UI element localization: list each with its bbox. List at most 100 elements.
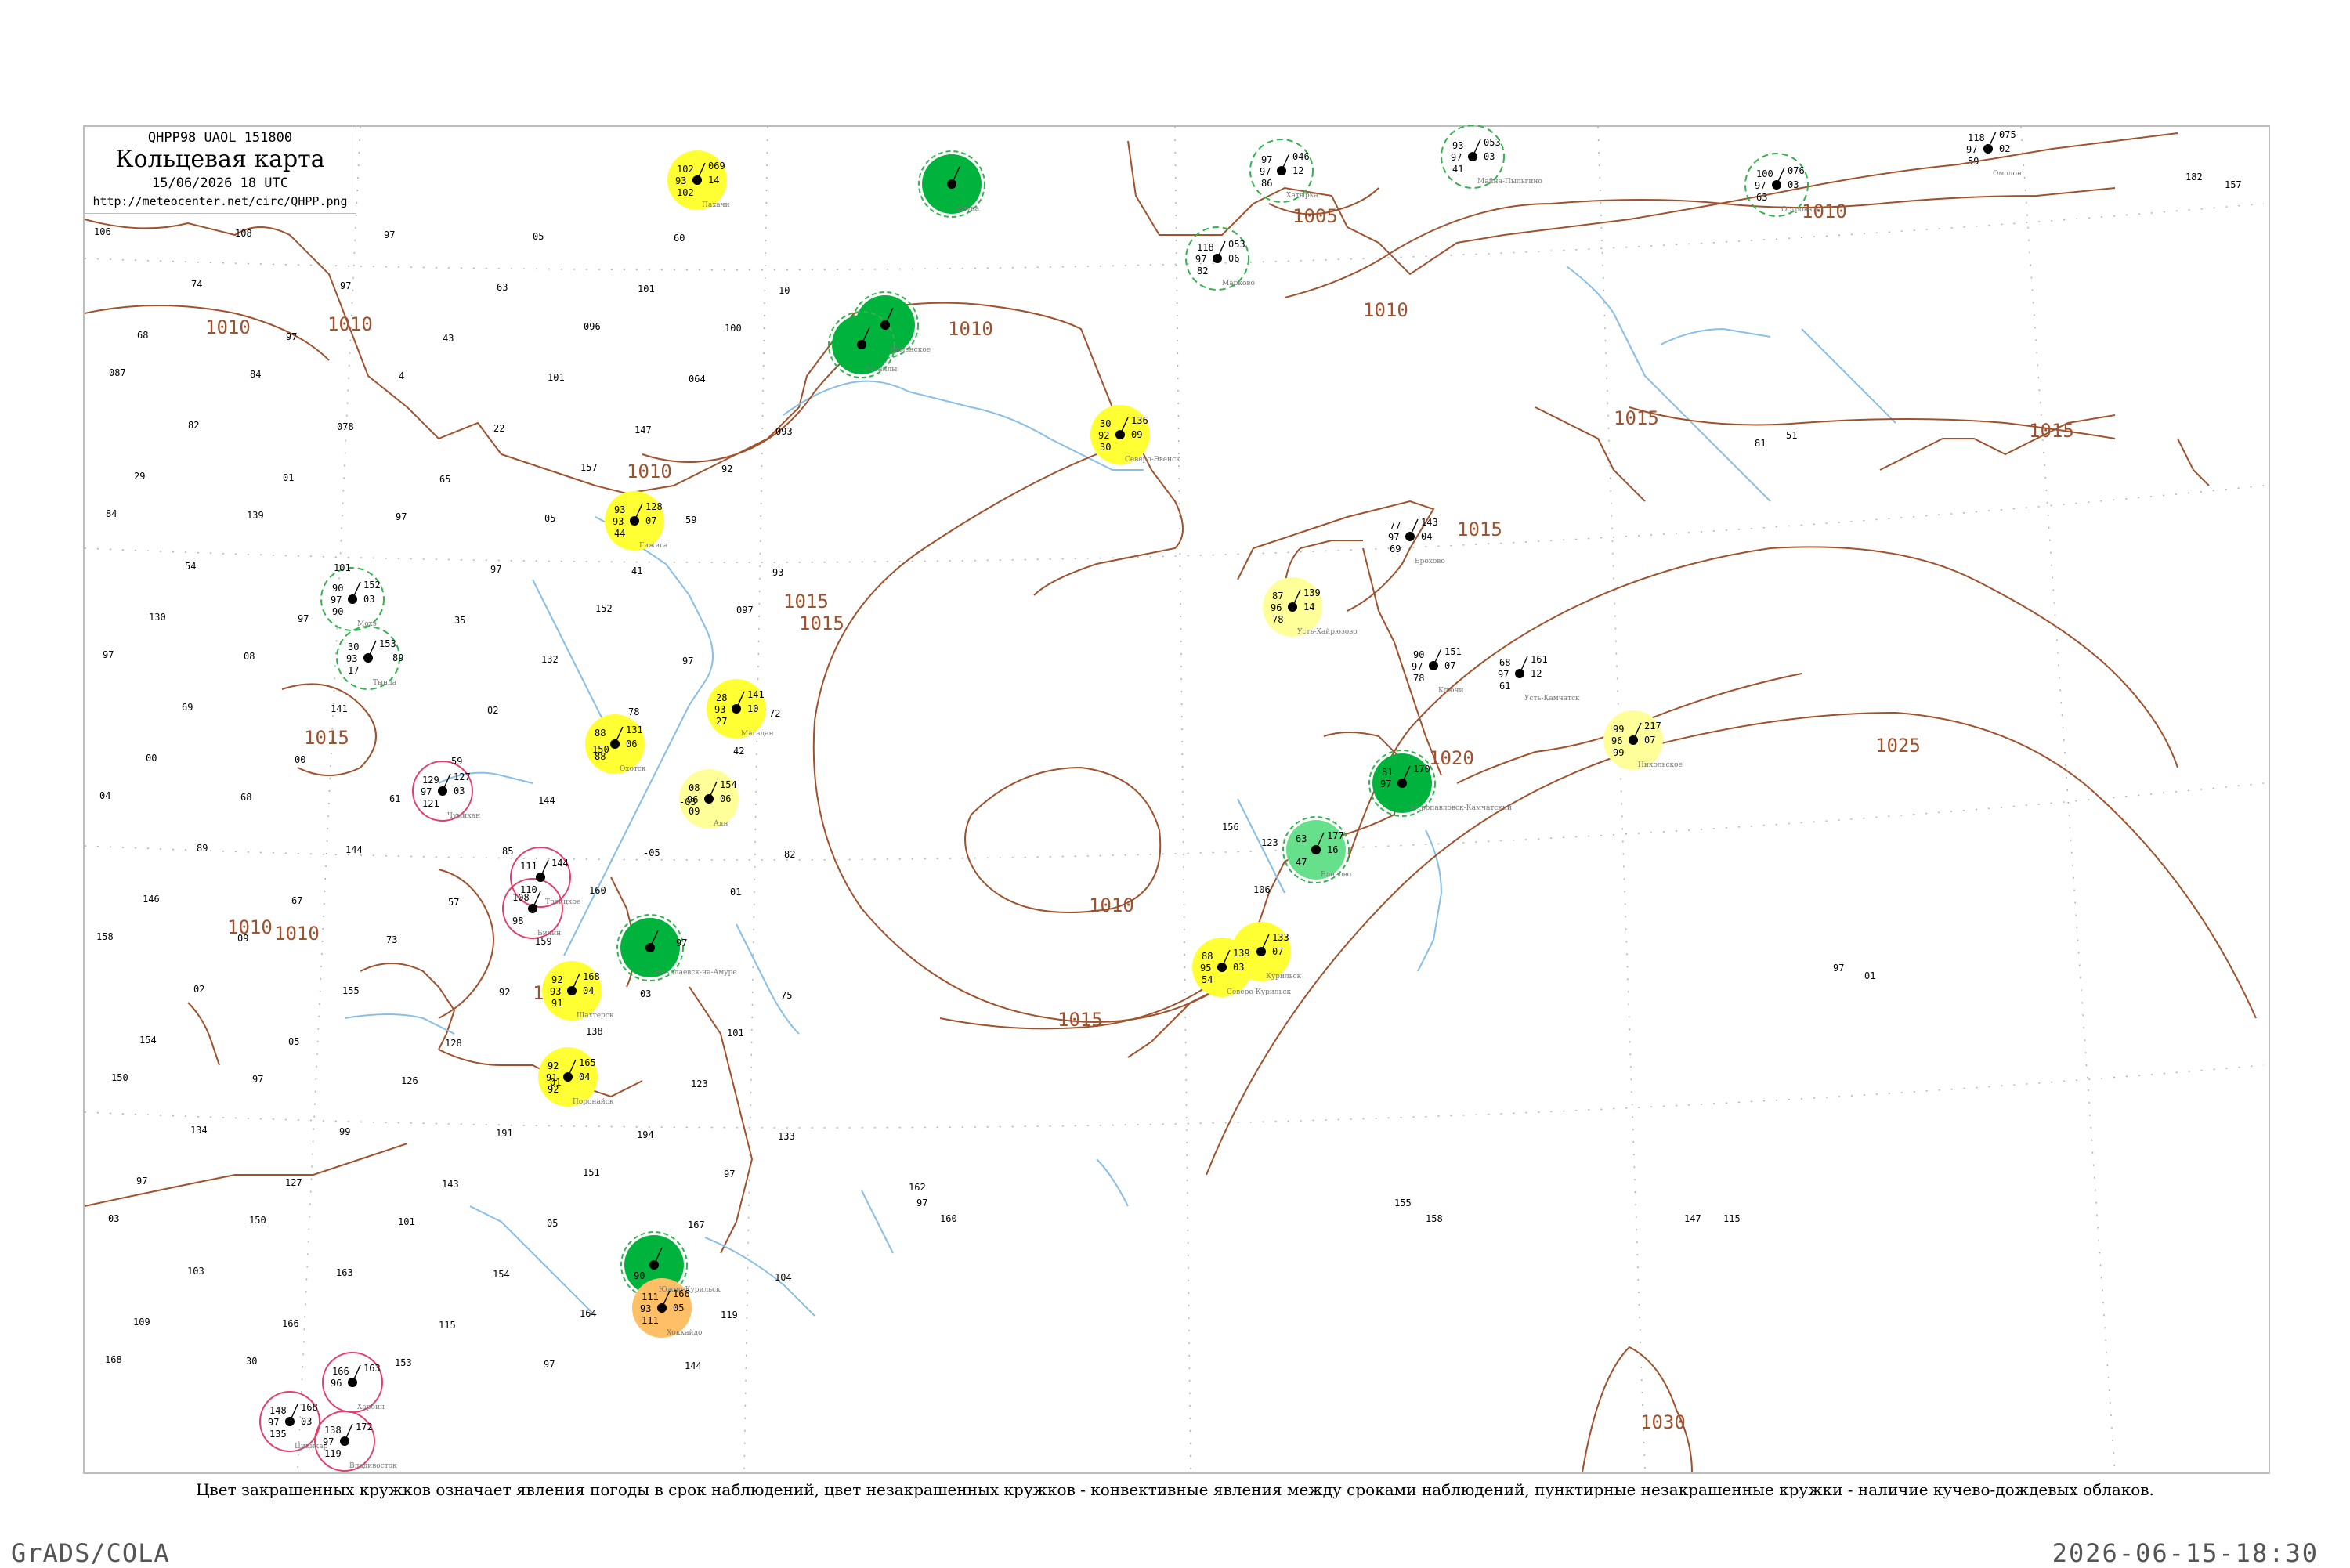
station-plot[interactable]: 166 163 96 Харбин [331, 1363, 385, 1411]
station-value: 93 [675, 175, 686, 186]
plain-value: 35 [454, 615, 465, 626]
plain-value: 82 [784, 849, 795, 860]
station-value: 54 [1202, 974, 1213, 985]
station-value: 17 [348, 665, 359, 676]
isobar-1025 [1206, 711, 2257, 1176]
plain-value: 97 [916, 1198, 927, 1209]
station-value: 97 [1451, 152, 1462, 163]
station-value: 111 [642, 1292, 659, 1302]
station-value: 99 [1613, 747, 1624, 758]
station-value: 138 [324, 1425, 342, 1436]
plain-value: 97 [298, 613, 309, 624]
station-name: Майна-Пыльгино [1477, 178, 1542, 186]
station-plot[interactable]: 138 172 97119 Владивосток [323, 1422, 397, 1470]
isobar-label: 1015 [2029, 420, 2074, 442]
plain-value: 104 [775, 1272, 792, 1283]
station-value: 93 [640, 1303, 651, 1314]
station-value: 77 [1390, 520, 1401, 531]
station-value: 03 [301, 1416, 312, 1427]
plain-value: 158 [1426, 1213, 1443, 1224]
station-value: 07 [1444, 660, 1455, 671]
station-name: Пахачи [702, 201, 730, 209]
station-value: 97 [1261, 154, 1272, 165]
plain-value: 42 [733, 746, 744, 757]
station-value: 92 [551, 974, 562, 985]
plain-value: 00 [146, 753, 157, 764]
station-value: 47 [1296, 857, 1307, 868]
station-plot[interactable]: 93 053 97 03 41 Майна-Пыльгино [1451, 137, 1542, 186]
plain-value: 97 [286, 331, 297, 342]
plain-value: 123 [691, 1078, 708, 1089]
station-value: 97 [323, 1436, 334, 1447]
station-name: Омолон [1993, 170, 2022, 178]
station-value: 97 [421, 786, 432, 797]
station-plot[interactable]: 77 143 97 04 69 Брохово [1388, 517, 1445, 565]
station-value: 93 [346, 653, 357, 664]
station-value: 076 [1788, 165, 1805, 176]
station-value: 09 [1131, 429, 1142, 440]
plain-value: 115 [439, 1320, 456, 1331]
station-plot[interactable]: 68 161 97 12 61 Усть-Камчатск [1498, 654, 1580, 703]
station-plot[interactable]: 90 152 97 03 90 Мохэ [331, 580, 381, 628]
station-plot[interactable]: 30 153 9317 Тында [346, 638, 397, 687]
station-value: 91 [551, 998, 562, 1009]
station-map[interactable]: 1005 1010 1010 1010 1010 1010 1010 1010 … [0, 0, 2350, 1566]
plain-value: 139 [247, 510, 264, 521]
station-plot[interactable]: 90 151 97 07 78 Ключи [1412, 646, 1463, 695]
station-value: 165 [579, 1057, 596, 1068]
station-value: 93 [613, 516, 624, 527]
station-value: 153 [379, 638, 396, 649]
plain-value: 096 [584, 321, 601, 332]
station-plot[interactable]: 118 075 97 02 59 Омолон [1966, 129, 2022, 178]
station-value: 97 [268, 1417, 279, 1428]
map-caption: Цвет закрашенных кружков означает явлени… [196, 1480, 2154, 1499]
station-value: 12 [1292, 165, 1303, 176]
station-value: 10 [747, 703, 758, 714]
plain-value: 89 [197, 843, 208, 854]
station-value: 170 [1413, 764, 1430, 775]
plain-value: 89 [392, 652, 403, 663]
station-value: 27 [716, 716, 727, 727]
station-value: 14 [1303, 602, 1314, 612]
station-value: 93 [714, 704, 725, 715]
station-value: 102 [677, 164, 694, 175]
isobar-1010-closed [964, 766, 1162, 913]
plain-value: 191 [496, 1128, 513, 1139]
plain-value: 84 [106, 508, 117, 519]
bulletin-code: QHPP98 UAOL 151800 [147, 130, 293, 146]
station-value: 166 [673, 1288, 690, 1299]
station-value: 168 [583, 971, 600, 982]
plain-value: 101 [334, 562, 351, 573]
station-value: 14 [708, 175, 719, 186]
station-value: 06 [626, 739, 637, 750]
station-value: 81 [1382, 767, 1393, 778]
plain-value: 194 [637, 1129, 654, 1140]
plain-value: 154 [493, 1269, 510, 1280]
station-value: 217 [1644, 721, 1661, 732]
station-value: 053 [1228, 239, 1246, 250]
plain-value: 106 [94, 226, 111, 237]
plain-value: 97 [136, 1176, 147, 1187]
plain-value: 30 [246, 1356, 257, 1367]
isobar-1010-east [1284, 187, 2116, 298]
station-value: 133 [1272, 932, 1289, 943]
station-value: 98 [512, 916, 523, 927]
source-url[interactable]: http://meteocenter.net/circ/QHPP.png [85, 194, 356, 208]
station-value: 68 [1499, 657, 1510, 668]
plain-value: 97 [103, 649, 114, 660]
plain-value: 67 [291, 895, 302, 906]
plain-value: 163 [336, 1267, 353, 1278]
plain-value: 078 [337, 421, 354, 432]
plain-value: 01 [283, 472, 294, 483]
isobar-label: 1010 [948, 318, 993, 340]
isobar-label: 1015 [304, 727, 349, 749]
isobar-1030 [1582, 1346, 1693, 1473]
plain-value: 150 [592, 744, 609, 755]
station-name: Тында [373, 679, 397, 687]
plain-value: 68 [240, 792, 251, 803]
station-value: 06 [1228, 253, 1239, 264]
plain-value: 02 [487, 705, 498, 716]
plain-value: 182 [2186, 172, 2203, 182]
station-value: 111 [642, 1315, 659, 1326]
plain-value: 05 [544, 513, 555, 524]
